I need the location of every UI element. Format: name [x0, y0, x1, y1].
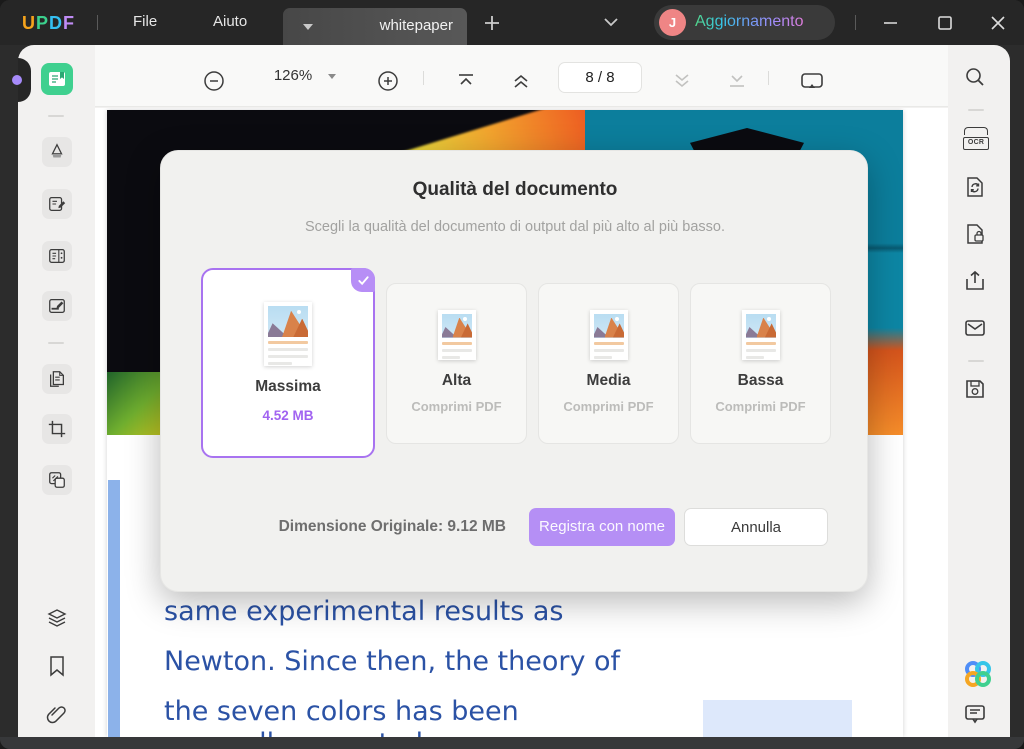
comment-icon[interactable] — [42, 189, 72, 219]
attachment-icon[interactable] — [44, 703, 68, 727]
updf-logo: UPDF — [22, 13, 75, 34]
document-quality-dialog: Qualità del documento Scegli la qualità … — [160, 150, 868, 592]
forms-icon[interactable] — [42, 241, 72, 271]
maximize-button[interactable] — [933, 11, 957, 35]
tab-label: whitepaper — [380, 17, 453, 34]
text-highlight-bar — [108, 480, 120, 737]
quality-thumbnail — [742, 310, 780, 360]
quality-title: Media — [539, 372, 678, 390]
convert-icon[interactable] — [962, 174, 988, 200]
quality-option-alta[interactable]: Alta Comprimi PDF — [386, 283, 527, 444]
logo-letter: F — [63, 13, 75, 33]
crop-icon[interactable] — [42, 414, 72, 444]
document-tab[interactable]: whitepaper — [283, 8, 467, 45]
protect-icon[interactable] — [962, 221, 988, 247]
quality-option-media[interactable]: Media Comprimi PDF — [538, 283, 679, 444]
app-window: UPDF File Aiuto whitepaper J Aggiornamen… — [0, 0, 1024, 749]
first-page-icon[interactable] — [455, 70, 477, 92]
menu-help[interactable]: Aiuto — [213, 13, 247, 30]
logo-letter: P — [36, 13, 49, 33]
right-sidebar: OCR — [948, 45, 1010, 737]
titlebar-divider — [855, 15, 856, 30]
bookmark-icon[interactable] — [46, 655, 68, 677]
save-icon[interactable] — [962, 376, 988, 402]
quality-thumbnail — [590, 310, 628, 360]
watermark-icon[interactable] — [42, 465, 72, 495]
previous-page-icon[interactable] — [510, 70, 532, 92]
signature-icon[interactable] — [42, 291, 72, 321]
highlighter-icon[interactable] — [42, 137, 72, 167]
quality-option-massima[interactable]: Massima 4.52 MB — [201, 268, 375, 458]
layers-icon[interactable] — [44, 605, 70, 631]
quality-title: Massima — [203, 378, 373, 396]
cancel-button[interactable]: Annulla — [684, 508, 828, 546]
quality-subtitle: Comprimi PDF — [387, 399, 526, 414]
sidebar-divider — [48, 342, 64, 344]
ocr-icon[interactable]: OCR — [963, 127, 989, 151]
hero-green-graphic — [107, 372, 167, 435]
sidebar-collapse-handle[interactable] — [12, 75, 22, 85]
quality-title: Bassa — [691, 372, 830, 390]
feedback-icon[interactable] — [962, 701, 988, 727]
save-as-button[interactable]: Registra con nome — [529, 508, 675, 546]
quality-option-bassa[interactable]: Bassa Comprimi PDF — [690, 283, 831, 444]
dialog-title: Qualità del documento — [161, 179, 869, 201]
next-page-icon[interactable] — [671, 70, 693, 92]
quality-title: Alta — [387, 372, 526, 390]
logo-letter: U — [22, 13, 36, 33]
window-edge — [1010, 45, 1024, 749]
sidebar-divider — [968, 360, 984, 362]
search-icon[interactable] — [962, 64, 988, 90]
pdf-text-line: Newton. Since then, the theory of — [164, 646, 864, 677]
minimize-button[interactable] — [879, 11, 903, 35]
selected-check-icon — [351, 268, 375, 292]
titlebar-divider — [97, 15, 98, 30]
zoom-out-icon[interactable] — [202, 69, 226, 93]
new-tab-button[interactable] — [480, 11, 504, 35]
title-bar: UPDF File Aiuto whitepaper J Aggiornamen… — [0, 0, 1024, 45]
quality-subtitle: Comprimi PDF — [539, 399, 678, 414]
menu-file[interactable]: File — [133, 13, 157, 30]
quality-subtitle: Comprimi PDF — [691, 399, 830, 414]
page-number-input[interactable]: 8 / 8 — [558, 62, 642, 93]
zoom-caret-icon[interactable] — [328, 74, 336, 79]
pdf-text-line: same experimental results as — [164, 596, 864, 627]
logo-letter: D — [49, 13, 63, 33]
share-icon[interactable] — [962, 268, 988, 294]
ocr-icon-lid — [964, 127, 988, 135]
sidebar-divider — [48, 115, 64, 117]
left-sidebar — [18, 45, 95, 737]
ocr-icon-label: OCR — [963, 137, 989, 150]
view-toolbar: 126% 8 / 8 — [95, 45, 948, 107]
last-page-icon[interactable] — [726, 70, 748, 92]
reader-icon[interactable] — [41, 63, 73, 95]
tab-list-chevron-icon[interactable] — [600, 14, 622, 30]
toolbar-divider — [423, 71, 424, 85]
mail-icon[interactable] — [962, 315, 988, 341]
upgrade-label: Aggiornamento — [695, 13, 804, 31]
zoom-in-icon[interactable] — [376, 69, 400, 93]
avatar: J — [659, 9, 686, 36]
quality-thumbnail — [264, 302, 312, 366]
presentation-mode-icon[interactable] — [799, 69, 825, 93]
ai-assistant-icon[interactable] — [962, 658, 994, 690]
upgrade-account-button[interactable]: J Aggiornamento — [654, 5, 835, 40]
close-button[interactable] — [986, 11, 1010, 35]
window-bottom-edge — [0, 737, 1024, 749]
quality-thumbnail — [438, 310, 476, 360]
toolbar-divider — [768, 71, 769, 85]
sidebar-divider — [968, 109, 984, 111]
dialog-subtitle: Scegli la qualità del documento di outpu… — [161, 219, 869, 235]
quality-size: 4.52 MB — [203, 408, 373, 423]
zoom-level[interactable]: 126% — [265, 67, 321, 84]
image-highlight-region — [703, 700, 852, 737]
tab-menu-caret-icon[interactable] — [303, 24, 313, 30]
original-size-label: Dimensione Originale: 9.12 MB — [246, 517, 506, 537]
organize-pages-icon[interactable] — [42, 364, 72, 394]
